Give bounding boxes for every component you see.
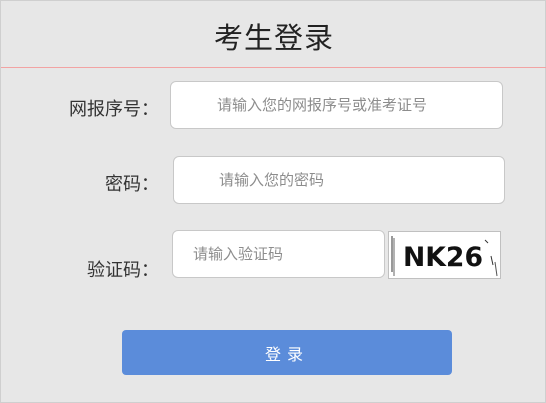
page-title: 考生登录 bbox=[213, 21, 334, 55]
captcha-input[interactable]: 请输入验证码 bbox=[172, 230, 385, 278]
login-button[interactable]: 登录 bbox=[122, 330, 452, 375]
password-label: 密码： bbox=[105, 174, 159, 195]
login-panel: 考生登录 网报序号： 请输入您的网报序号或准考证号 密码： 请输入您的密码 验证… bbox=[0, 0, 546, 403]
captcha-placeholder: 请输入验证码 bbox=[193, 245, 284, 263]
captcha-svg: NK26 bbox=[389, 232, 500, 278]
title-divider bbox=[1, 67, 546, 68]
captcha-text: NK26 bbox=[403, 242, 483, 273]
password-input[interactable]: 请输入您的密码 bbox=[173, 156, 505, 204]
captcha-image[interactable]: NK26 bbox=[388, 231, 501, 279]
account-input[interactable]: 请输入您的网报序号或准考证号 bbox=[170, 81, 503, 129]
account-label: 网报序号： bbox=[69, 99, 159, 120]
captcha-label: 验证码： bbox=[87, 260, 159, 281]
password-placeholder: 请输入您的密码 bbox=[219, 170, 325, 189]
account-placeholder: 请输入您的网报序号或准考证号 bbox=[217, 95, 428, 114]
